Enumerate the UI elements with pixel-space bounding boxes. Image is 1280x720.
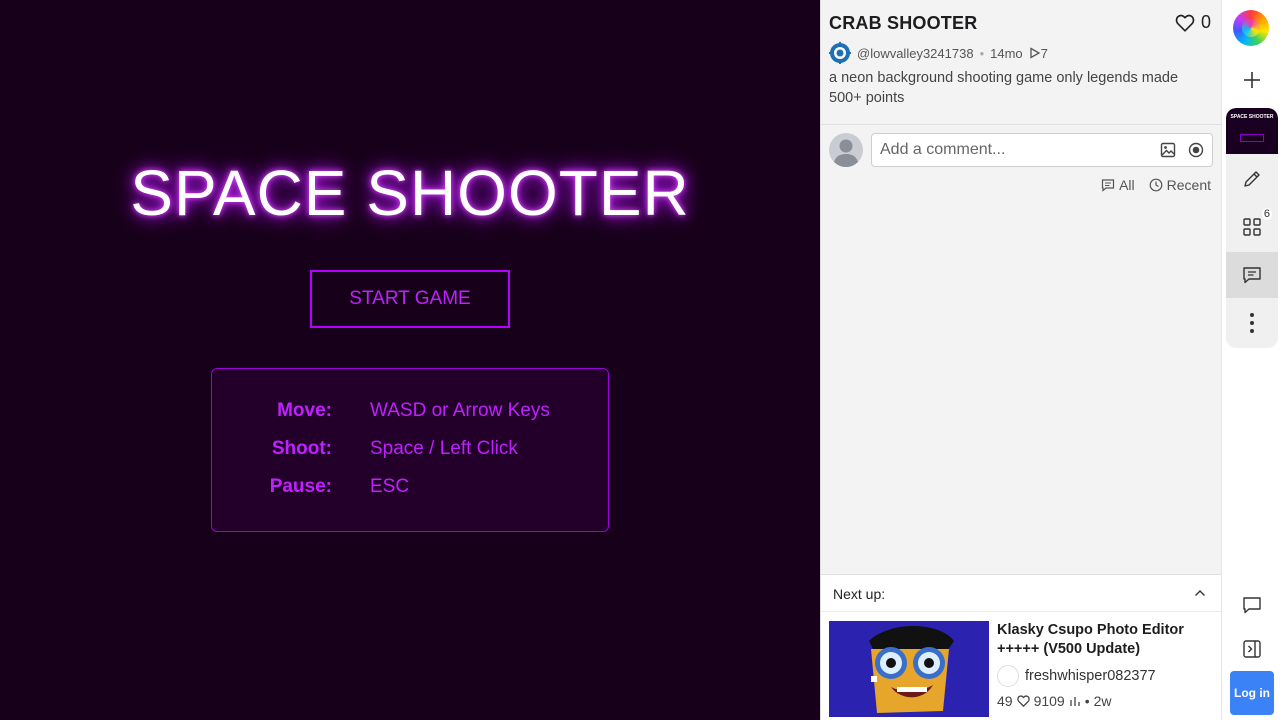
apps-badge-count: 6: [1261, 208, 1272, 220]
like-count: 0: [1200, 12, 1211, 32]
next-up-stats: 49 9109 • 2w: [997, 693, 1112, 709]
next-up-header[interactable]: Next up:: [821, 575, 1222, 612]
divider: [821, 124, 1222, 125]
kebab-menu-icon: [1250, 313, 1254, 333]
project-title: CRAB SHOOTER: [829, 13, 978, 33]
control-row-shoot: Shoot: Space / Left Click: [212, 438, 610, 468]
comment-filters: All Recent: [1101, 177, 1211, 193]
game-canvas[interactable]: SPACE SHOOTER START GAME Move: WASD or A…: [0, 0, 820, 720]
next-age: 2w: [1093, 693, 1112, 709]
thumb-label: SPACE SHOOTER: [1230, 114, 1274, 120]
filter-recent[interactable]: Recent: [1149, 177, 1211, 193]
klasky-face-image: [829, 621, 989, 717]
login-button[interactable]: Log in: [1230, 671, 1274, 715]
bar-chart-icon: [1070, 697, 1080, 706]
clock-icon: [1149, 178, 1163, 192]
separator-dot: •: [1084, 693, 1090, 709]
next-up-author[interactable]: freshwhisper082377: [997, 665, 1156, 687]
control-key: Shoot:: [271, 438, 332, 459]
play-count: 7: [1040, 45, 1048, 61]
separator-dot: •: [979, 45, 985, 61]
grid-icon: [1243, 218, 1261, 236]
record-icon[interactable]: [1186, 140, 1206, 160]
right-rail: SPACE SHOOTER 6 Log in: [1221, 0, 1280, 720]
sidebar-collapse-icon: [1243, 640, 1261, 658]
controls-panel: Move: WASD or Arrow Keys Shoot: Space / …: [211, 368, 609, 532]
next-up-thumbnail[interactable]: [829, 621, 989, 717]
heart-icon: [1175, 14, 1195, 32]
control-value: WASD or Arrow Keys: [370, 400, 550, 421]
next-views: 9109: [1033, 693, 1065, 709]
play-icon: [1030, 47, 1040, 59]
control-key: Move:: [277, 400, 332, 421]
project-age: 14mo: [990, 45, 1023, 61]
project-description: a neon background shooting game only leg…: [829, 70, 1179, 106]
comments-tab-button[interactable]: [1226, 252, 1278, 298]
pencil-icon: [1244, 171, 1260, 187]
control-value: Space / Left Click: [370, 438, 518, 459]
chat-bubble-icon: [1243, 597, 1261, 614]
control-value: ESC: [370, 476, 410, 497]
comment-icon: [1101, 179, 1115, 192]
project-meta: @lowvalley3241738 • 14mo 7: [829, 42, 1048, 64]
heart-icon: [1016, 695, 1030, 707]
edit-button[interactable]: [1226, 156, 1278, 202]
project-thumbnail-tab[interactable]: SPACE SHOOTER: [1226, 108, 1278, 154]
comment-icon: [1243, 267, 1261, 284]
create-button[interactable]: [1226, 57, 1278, 103]
chat-button[interactable]: [1226, 582, 1278, 628]
info-panel: CRAB SHOOTER 0 @lowvalley3241738 • 14mo …: [820, 0, 1222, 720]
filter-recent-label: Recent: [1166, 177, 1211, 193]
filter-all[interactable]: All: [1101, 177, 1135, 193]
app-logo-icon[interactable]: [1233, 10, 1269, 46]
comment-input[interactable]: [880, 134, 1150, 166]
next-author-avatar: [997, 665, 1019, 687]
like-button[interactable]: 0: [1175, 12, 1211, 33]
thumb-button-shape: [1240, 134, 1264, 142]
next-up-title[interactable]: Klasky Csupo Photo Editor +++++ (V500 Up…: [997, 621, 1212, 659]
author-name[interactable]: @lowvalley3241738: [857, 46, 974, 61]
rail-tool-group: SPACE SHOOTER: [1226, 108, 1278, 348]
next-likes: 49: [997, 693, 1013, 709]
person-icon: [833, 139, 859, 167]
user-avatar: [829, 133, 863, 167]
plus-icon: [1244, 72, 1260, 88]
chevron-up-icon[interactable]: [1192, 585, 1208, 601]
control-key: Pause:: [269, 476, 332, 497]
collapse-panel-button[interactable]: [1226, 626, 1278, 672]
comment-box: [871, 133, 1213, 167]
start-game-button[interactable]: START GAME: [310, 270, 510, 328]
filter-all-label: All: [1119, 177, 1135, 193]
control-row-pause: Pause: ESC: [212, 476, 610, 506]
author-avatar[interactable]: [829, 42, 851, 64]
game-title: SPACE SHOOTER: [130, 157, 690, 229]
image-icon[interactable]: [1158, 140, 1178, 160]
next-author-name: freshwhisper082377: [1025, 668, 1156, 684]
more-options-button[interactable]: [1226, 300, 1278, 346]
control-row-move: Move: WASD or Arrow Keys: [212, 400, 610, 430]
next-up-section: Next up: Klasky Csupo Photo Editor +++++…: [821, 574, 1222, 720]
next-up-label: Next up:: [833, 586, 886, 602]
